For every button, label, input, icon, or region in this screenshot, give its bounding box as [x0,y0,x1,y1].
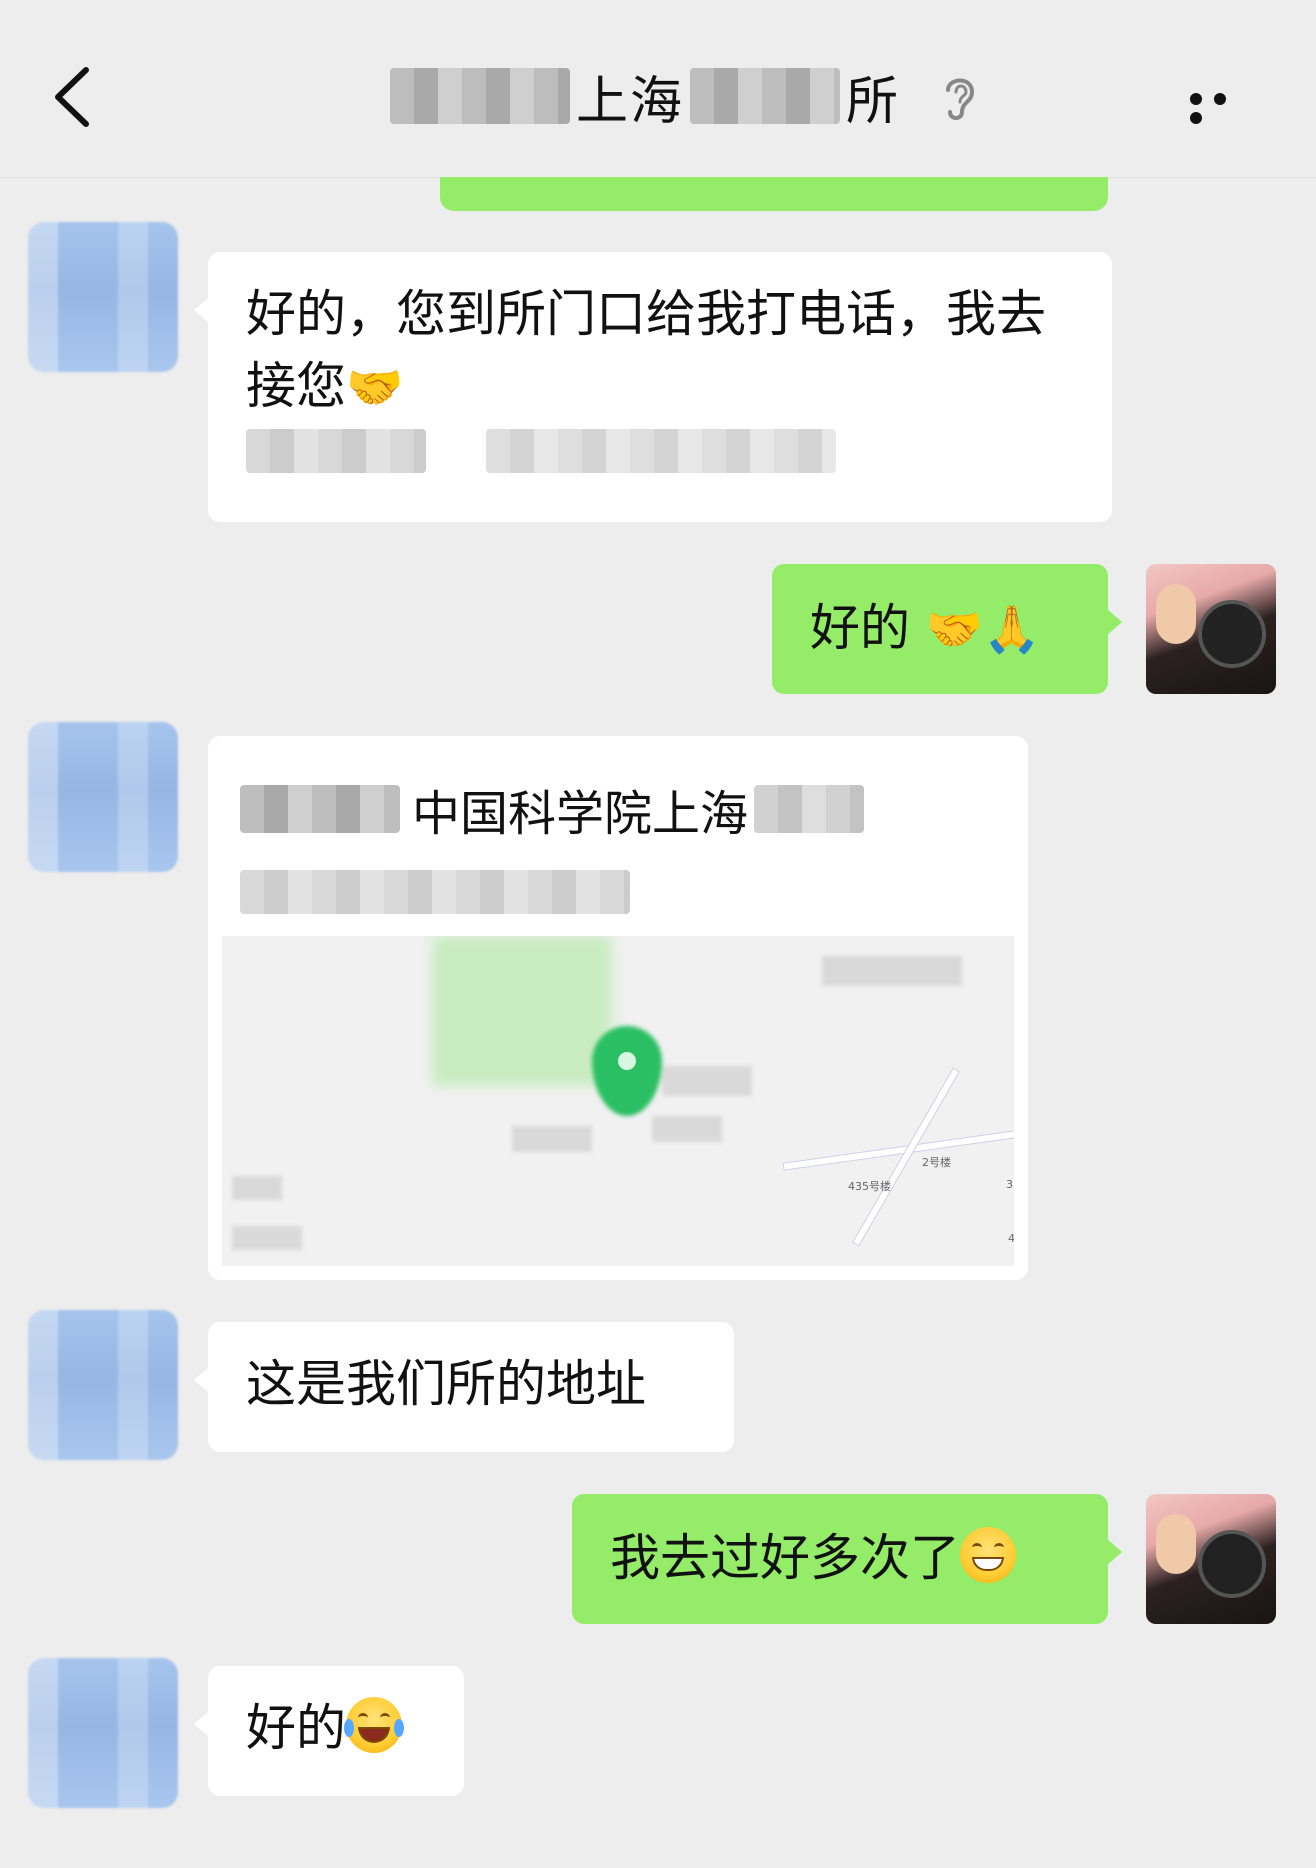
contact-avatar[interactable] [28,722,178,872]
map-label: 2号楼 [922,1156,951,1169]
contact-avatar[interactable] [28,222,178,372]
chat-title-tail: 所 [846,71,901,132]
chat-header: 上海 所 [0,0,1316,178]
handshake-emoji-icon: 🤝 [346,360,404,414]
message-text: 我去过好多次了 [610,1529,960,1587]
map-label: 3 [1006,1178,1013,1191]
message-bubble-incoming[interactable]: 好的 [194,1666,464,1796]
location-card[interactable]: 中国科学院上海 2号楼 435号楼 3 4 [208,736,1028,1280]
chat-title-visible: 上海 [576,71,685,132]
my-avatar[interactable] [1146,1494,1276,1624]
map-building [652,1116,722,1142]
redacted-text [486,429,836,473]
grin-emoji-icon [960,1527,1016,1583]
location-map-thumbnail[interactable]: 2号楼 435号楼 3 4 [222,936,1014,1266]
map-pin-center [618,1052,636,1070]
contact-avatar[interactable] [28,1658,178,1808]
previous-outgoing-bubble [440,177,1108,211]
redacted-text [240,785,400,833]
map-building [232,1176,282,1200]
my-avatar[interactable] [1146,564,1276,694]
message-bubble-incoming[interactable]: 这是我们所的地址 [194,1322,734,1452]
more-dots-icon[interactable] [1190,90,1260,124]
location-title-text: 中国科学院上海 [412,786,749,842]
message-bubble-outgoing[interactable]: 我去过好多次了 [572,1494,1122,1624]
handshake-praying-emoji-icon: 🤝🙏 [925,602,1041,656]
tears-of-joy-emoji-icon [344,1697,404,1753]
redacted-text [240,870,630,914]
message-text: 好的 [246,1699,346,1757]
map-label: 4 [1008,1232,1014,1245]
message-text: 这是我们所的地址 [246,1355,646,1413]
message-bubble-incoming[interactable]: 好的，您到所门口给我打电话，我去接您🤝 [194,252,1112,522]
location-title: 中国科学院上海 [240,774,865,844]
location-address [240,870,630,918]
map-building [822,956,962,986]
redacted-text [754,785,865,833]
redacted-title-prefix [390,68,570,124]
message-text: 好的 [810,599,926,657]
map-building [662,1066,752,1096]
map-building [512,1126,592,1152]
redacted-title-middle [690,68,841,124]
message-bubble-outgoing[interactable]: 好的 🤝🙏 [772,564,1122,694]
map-pin-icon [592,1026,662,1116]
ear-icon[interactable] [938,70,982,122]
chevron-left-icon[interactable] [48,62,98,132]
map-park-area [432,936,612,1086]
contact-avatar[interactable] [28,1310,178,1460]
map-label: 435号楼 [848,1180,891,1193]
chat-title: 上海 所 [390,60,982,132]
map-building [232,1226,302,1250]
redacted-text [246,429,426,473]
